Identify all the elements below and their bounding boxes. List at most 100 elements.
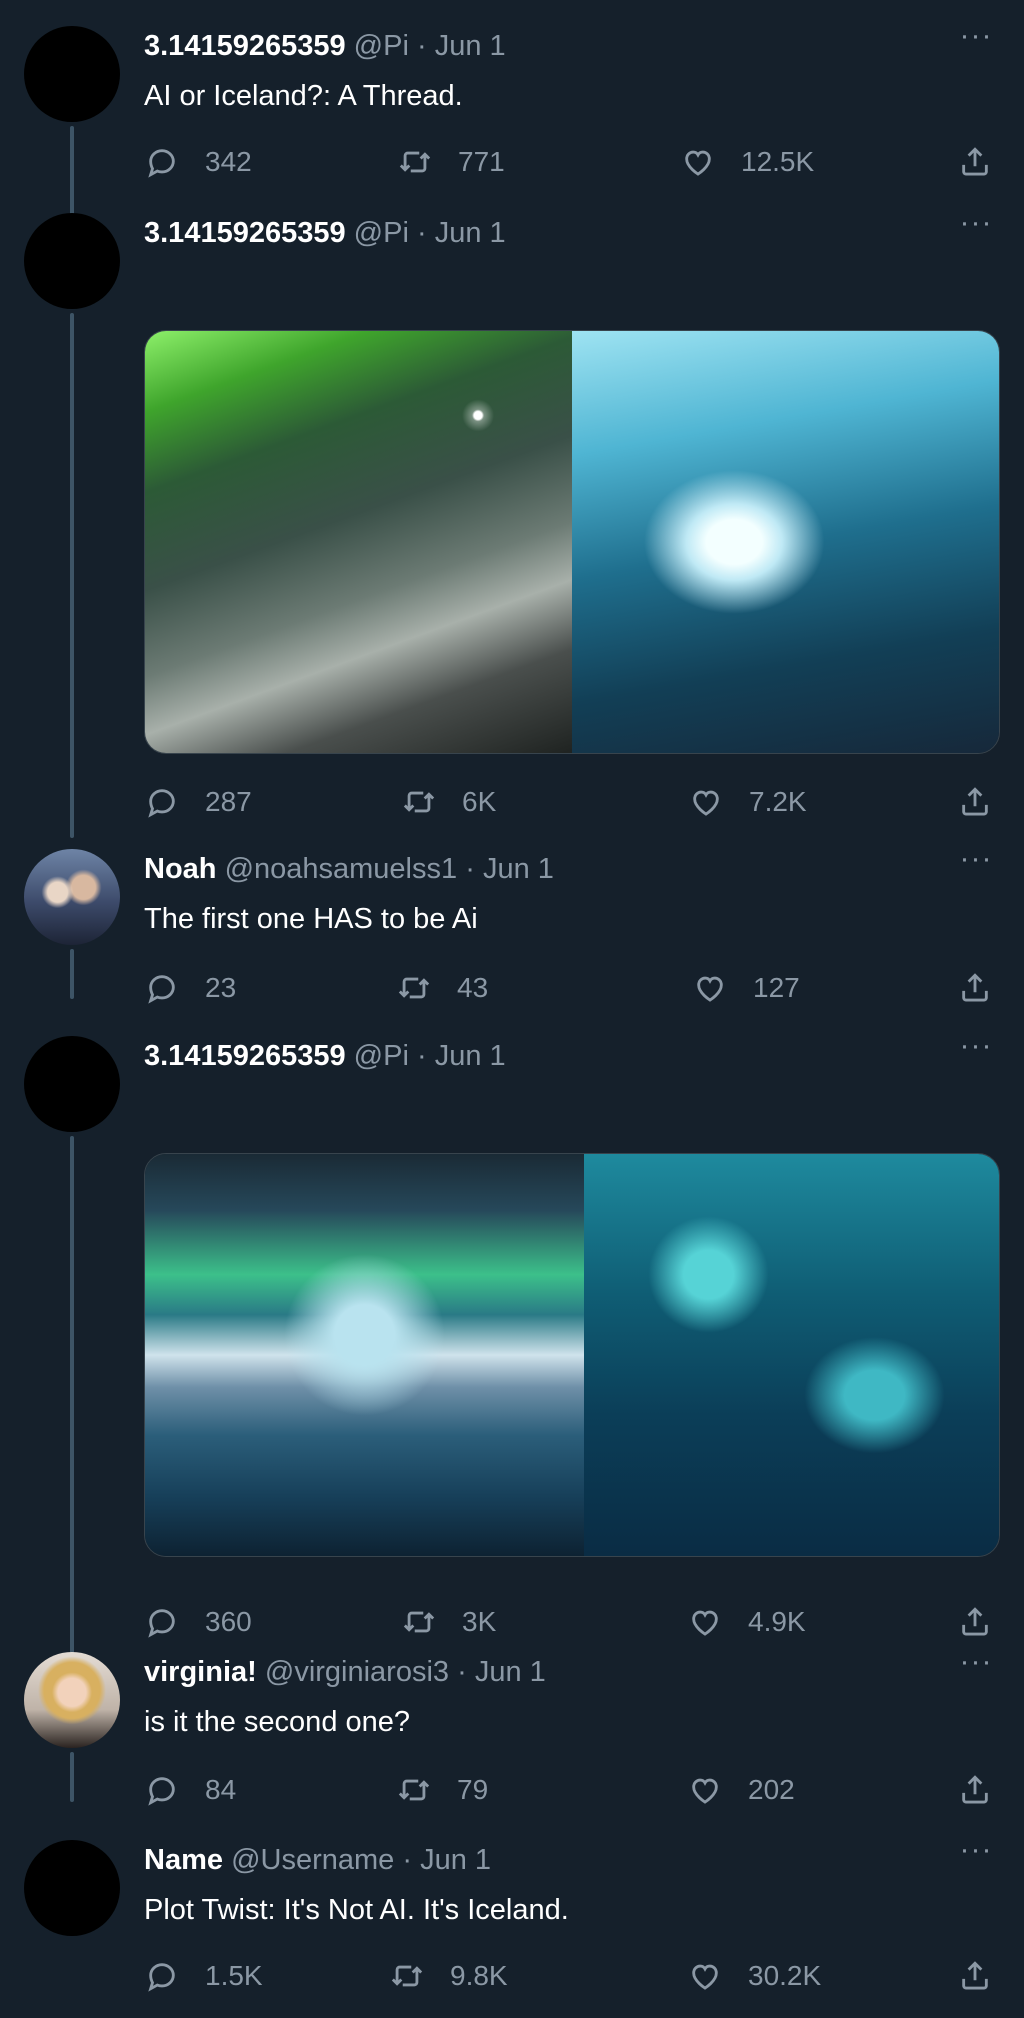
share-button[interactable]: [958, 1954, 992, 1998]
timestamp[interactable]: Jun 1: [420, 1844, 491, 1876]
separator-dot: ·: [416, 1040, 427, 1072]
like-count: 7.2K: [749, 786, 807, 817]
tweet[interactable]: 3.14159265359 @Pi · Jun 1 ··· AI or Icel…: [0, 21, 1024, 226]
timestamp[interactable]: Jun 1: [483, 853, 554, 885]
reply-button[interactable]: 84: [145, 1768, 236, 1812]
tweet[interactable]: Noah @noahsamuelss1 · Jun 1 ··· The firs…: [0, 844, 1024, 1019]
timestamp[interactable]: Jun 1: [435, 1040, 506, 1072]
aurora-mountain-image[interactable]: [145, 1154, 584, 1556]
retweet-button[interactable]: 6K: [402, 780, 496, 824]
avatar[interactable]: [24, 1840, 120, 1936]
timestamp[interactable]: Jun 1: [475, 1656, 546, 1688]
reply-button[interactable]: 23: [145, 966, 236, 1010]
reply-count: 360: [205, 1606, 252, 1637]
retweet-count: 6K: [462, 786, 497, 817]
reply-icon: [145, 971, 179, 1005]
media-grid[interactable]: [144, 330, 1000, 754]
display-name[interactable]: Name: [144, 1844, 223, 1876]
more-icon[interactable]: ···: [956, 21, 996, 56]
username[interactable]: @Pi: [354, 217, 409, 249]
share-icon: [958, 1959, 992, 1993]
avatar[interactable]: [24, 26, 120, 122]
more-icon[interactable]: ···: [956, 1031, 996, 1066]
reply-icon: [145, 1959, 179, 1993]
username[interactable]: @Username: [231, 1844, 394, 1876]
like-button[interactable]: 12.5K: [681, 140, 814, 184]
ice-cave-image[interactable]: [572, 331, 999, 753]
more-icon[interactable]: ···: [956, 1647, 996, 1682]
media-grid[interactable]: [144, 1153, 1000, 1557]
retweet-button[interactable]: 43: [397, 966, 488, 1010]
retweet-button[interactable]: 79: [397, 1768, 488, 1812]
tweet-header: 3.14159265359 @Pi · Jun 1: [144, 1036, 506, 1076]
reply-icon: [145, 145, 179, 179]
display-name[interactable]: virginia!: [144, 1656, 257, 1688]
reply-button[interactable]: 360: [145, 1600, 252, 1644]
like-button[interactable]: 7.2K: [689, 780, 807, 824]
avatar[interactable]: [24, 849, 120, 945]
timestamp[interactable]: Jun 1: [435, 217, 506, 249]
retweet-button[interactable]: 3K: [402, 1600, 496, 1644]
retweet-button[interactable]: 771: [398, 140, 505, 184]
retweet-icon: [402, 785, 436, 819]
like-count: 127: [753, 972, 800, 1003]
retweet-count: 9.8K: [450, 1960, 508, 1991]
like-icon: [681, 145, 715, 179]
like-button[interactable]: 4.9K: [688, 1600, 806, 1644]
username[interactable]: @Pi: [354, 1040, 409, 1072]
retweet-button[interactable]: 9.8K: [390, 1954, 508, 1998]
tweet[interactable]: Name @Username · Jun 1 ··· Plot Twist: I…: [0, 1835, 1024, 2010]
username[interactable]: @Pi: [354, 30, 409, 62]
more-icon[interactable]: ···: [956, 844, 996, 879]
username[interactable]: @noahsamuelss1: [225, 853, 458, 885]
tweet-actions: 360 3K 4.9K: [0, 1600, 1024, 1644]
retweet-count: 771: [458, 146, 505, 177]
tweet[interactable]: 3.14159265359 @Pi · Jun 1 ··· 360 3K 4.9…: [0, 1031, 1024, 1666]
retweet-icon: [397, 971, 431, 1005]
ice-texture-image[interactable]: [583, 1154, 999, 1556]
like-icon: [688, 1605, 722, 1639]
username[interactable]: @virginiarosi3: [265, 1656, 449, 1688]
share-button[interactable]: [958, 966, 992, 1010]
avatar[interactable]: [24, 1036, 120, 1132]
like-icon: [689, 785, 723, 819]
like-button[interactable]: 30.2K: [688, 1954, 821, 1998]
separator-dot: ·: [465, 853, 475, 885]
avatar[interactable]: [24, 1652, 120, 1748]
retweet-icon: [397, 1773, 431, 1807]
like-count: 30.2K: [748, 1960, 822, 1991]
reply-button[interactable]: 287: [145, 780, 252, 824]
tweet-text: is it the second one?: [144, 1706, 411, 1738]
tweet-header: 3.14159265359 @Pi · Jun 1: [144, 213, 506, 253]
avatar[interactable]: [24, 213, 120, 309]
timestamp[interactable]: Jun 1: [435, 30, 506, 62]
like-button[interactable]: 127: [693, 966, 800, 1010]
share-button[interactable]: [958, 780, 992, 824]
display-name[interactable]: 3.14159265359: [144, 30, 346, 62]
more-icon[interactable]: ···: [956, 208, 996, 243]
reply-icon: [145, 1773, 179, 1807]
aurora-coast-image[interactable]: [145, 331, 572, 753]
share-icon: [958, 785, 992, 819]
more-icon[interactable]: ···: [956, 1835, 996, 1870]
share-button[interactable]: [958, 1768, 992, 1812]
reply-button[interactable]: 342: [145, 140, 252, 184]
display-name[interactable]: 3.14159265359: [144, 217, 346, 249]
reply-count: 1.5K: [205, 1960, 263, 1991]
separator-dot: ·: [416, 30, 427, 62]
reply-count: 287: [205, 786, 252, 817]
tweet[interactable]: 3.14159265359 @Pi · Jun 1 ··· 287 6K 7.2…: [0, 208, 1024, 838]
share-icon: [958, 1773, 992, 1807]
tweet[interactable]: virginia! @virginiarosi3 · Jun 1 ··· is …: [0, 1647, 1024, 1822]
reply-button[interactable]: 1.5K: [145, 1954, 263, 1998]
share-button[interactable]: [958, 140, 992, 184]
display-name[interactable]: 3.14159265359: [144, 1040, 346, 1072]
thread-feed: 3.14159265359 @Pi · Jun 1 ··· AI or Icel…: [0, 0, 1024, 2018]
tweet-header: 3.14159265359 @Pi · Jun 1: [144, 26, 506, 66]
like-button[interactable]: 202: [688, 1768, 795, 1812]
like-count: 202: [748, 1774, 795, 1805]
tweet-actions: 342 771 12.5K: [0, 140, 1024, 184]
share-button[interactable]: [958, 1600, 992, 1644]
like-icon: [688, 1773, 722, 1807]
display-name[interactable]: Noah: [144, 853, 217, 885]
